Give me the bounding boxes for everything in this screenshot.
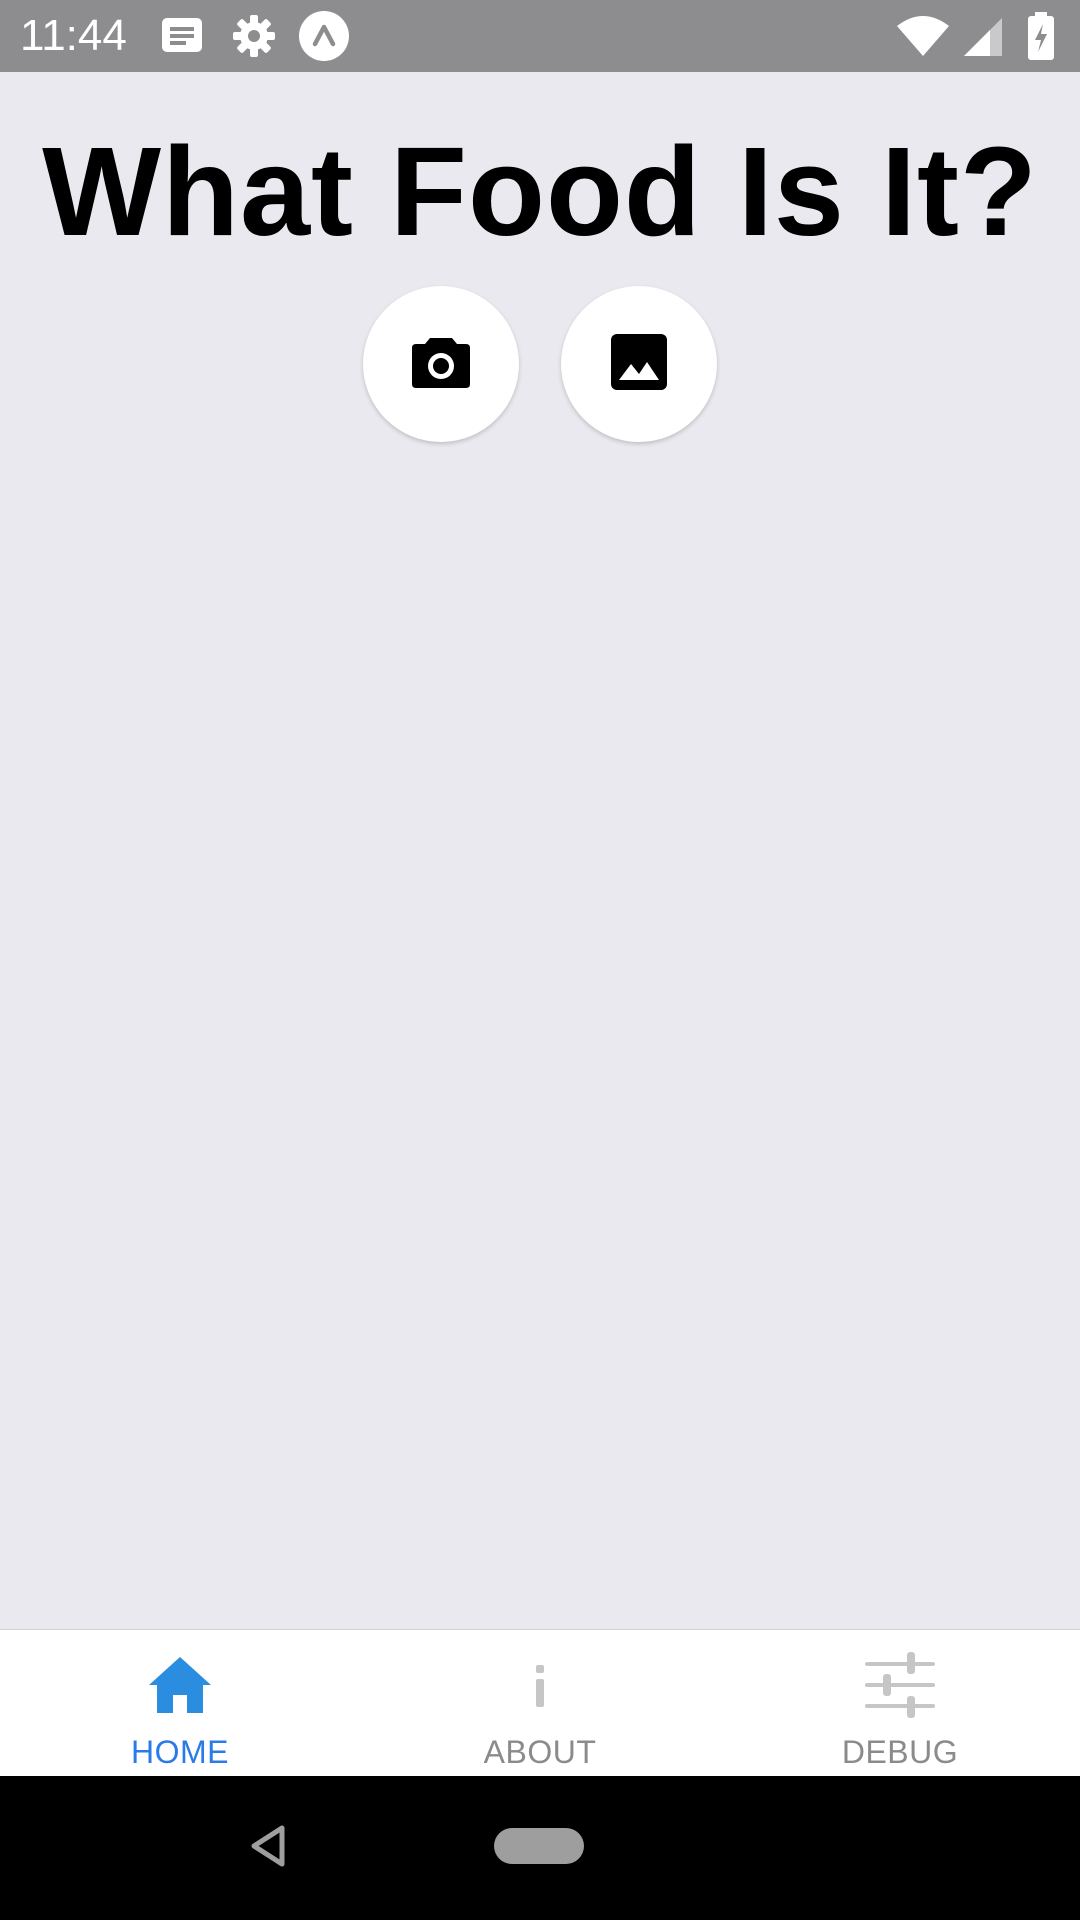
expo-icon — [298, 10, 350, 67]
message-icon — [160, 16, 204, 61]
status-time: 11:44 — [20, 11, 127, 60]
system-nav-bar — [0, 1776, 1080, 1920]
status-bar: 11:44 — [0, 0, 1080, 72]
tab-label-home: HOME — [131, 1734, 229, 1770]
home-pill-icon[interactable] — [494, 1828, 584, 1864]
tab-label-about: ABOUT — [483, 1734, 597, 1770]
gallery-button[interactable] — [561, 286, 717, 442]
main-content: What Food Is It? — [0, 72, 1080, 1629]
tab-about[interactable]: ABOUT — [360, 1630, 720, 1777]
back-icon[interactable] — [248, 1824, 288, 1873]
gear-icon — [230, 12, 278, 65]
signal-icon — [962, 16, 1004, 63]
battery-icon — [1026, 12, 1056, 65]
sliders-icon — [860, 1650, 940, 1720]
wifi-icon — [895, 14, 951, 63]
page-title: What Food Is It? — [42, 121, 1038, 262]
tab-home[interactable]: HOME — [0, 1630, 360, 1777]
tab-debug[interactable]: DEBUG — [720, 1630, 1080, 1777]
image-icon — [611, 333, 667, 395]
tab-label-debug: DEBUG — [841, 1734, 959, 1770]
info-icon — [500, 1650, 580, 1720]
bottom-tab-bar: HOME ABOUT DEBUG — [0, 1629, 1080, 1776]
camera-icon — [411, 335, 471, 394]
home-icon — [140, 1650, 220, 1720]
camera-button[interactable] — [363, 286, 519, 442]
